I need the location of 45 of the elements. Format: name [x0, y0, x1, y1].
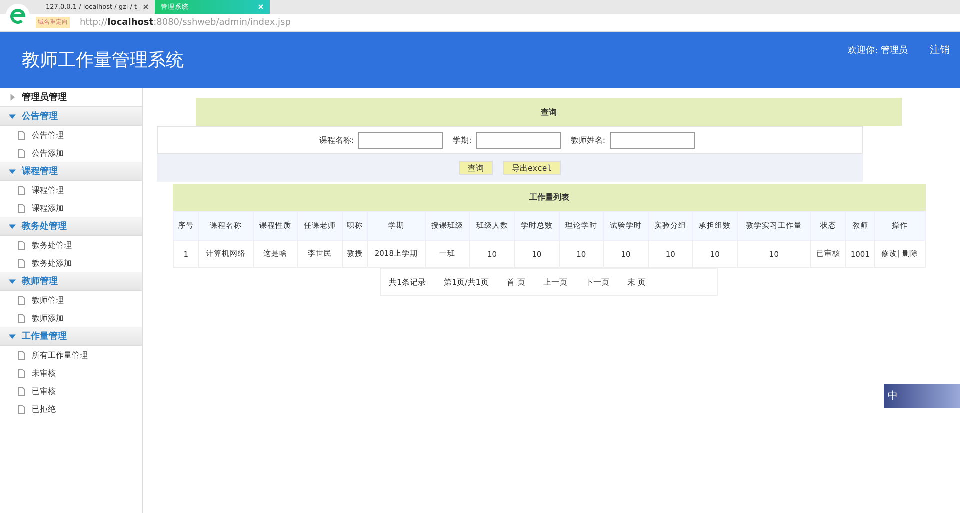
- sidebar-item[interactable]: 已审核: [0, 382, 142, 400]
- field-label: 学期:: [453, 134, 472, 146]
- sidebar-item[interactable]: 未审核: [0, 364, 142, 382]
- caret-down-icon: [9, 112, 16, 120]
- pagination-link[interactable]: 上一页: [544, 276, 568, 288]
- caret-down-icon: [9, 168, 16, 174]
- sidebar-group[interactable]: 教师管理: [0, 272, 142, 291]
- close-icon[interactable]: [143, 4, 149, 10]
- pagination-link[interactable]: 首 页: [506, 276, 526, 288]
- caret-down-icon: [9, 278, 16, 284]
- sidebar-item[interactable]: 已拒绝: [0, 400, 142, 418]
- action-button[interactable]: 查询: [458, 161, 493, 175]
- pagination-link[interactable]: 末 页: [628, 276, 646, 288]
- caret-down-icon: [9, 332, 16, 340]
- url-text[interactable]: http://localhost:8080/sshweb/admin/index.jsp: [80, 18, 291, 28]
- sidebar-item[interactable]: 教务处管理: [0, 236, 142, 254]
- ime-toolbar[interactable]: 中: [884, 384, 960, 408]
- sidebar-item[interactable]: 教师管理: [0, 291, 142, 309]
- input-field[interactable]: [476, 132, 561, 148]
- sidebar-item[interactable]: 课程添加: [0, 199, 142, 217]
- pagination-link[interactable]: 下一页: [586, 276, 610, 288]
- field-label: 课程名称:: [319, 134, 354, 146]
- input-field[interactable]: [358, 132, 444, 148]
- sidebar-group[interactable]: 教务处管理: [0, 217, 142, 236]
- app-title: 教师工作量管理系统: [22, 49, 185, 72]
- caret-down-icon: [9, 222, 16, 230]
- sidebar-item[interactable]: 所有工作量管理: [0, 346, 142, 364]
- query-title-bar: 查询: [196, 98, 902, 126]
- sidebar-group[interactable]: 公告管理: [0, 107, 142, 126]
- sidebar-item[interactable]: 公告管理: [0, 126, 142, 144]
- sidebar-item[interactable]: 课程管理: [0, 181, 142, 199]
- action-button[interactable]: 导出excel: [502, 161, 562, 175]
- sidebar-item[interactable]: 教务处添加: [0, 254, 142, 272]
- sidebar-group[interactable]: 课程管理: [0, 162, 142, 181]
- logout-link[interactable]: 注销: [930, 43, 950, 57]
- caret-right-icon: [9, 94, 16, 100]
- page-info: 第1页/共1页: [444, 276, 489, 288]
- sidebar-item[interactable]: 公告添加: [0, 144, 142, 162]
- table-title-bar: 工作量列表: [173, 184, 926, 211]
- welcome-text: 欢迎你: 管理员: [848, 44, 908, 57]
- input-field[interactable]: [610, 132, 695, 148]
- sidebar-group[interactable]: 工作量管理: [0, 327, 142, 346]
- field-label: 教师姓名:: [570, 134, 606, 146]
- record-count: 共1条记录: [389, 276, 426, 288]
- sidebar-item[interactable]: 教师添加: [0, 309, 142, 327]
